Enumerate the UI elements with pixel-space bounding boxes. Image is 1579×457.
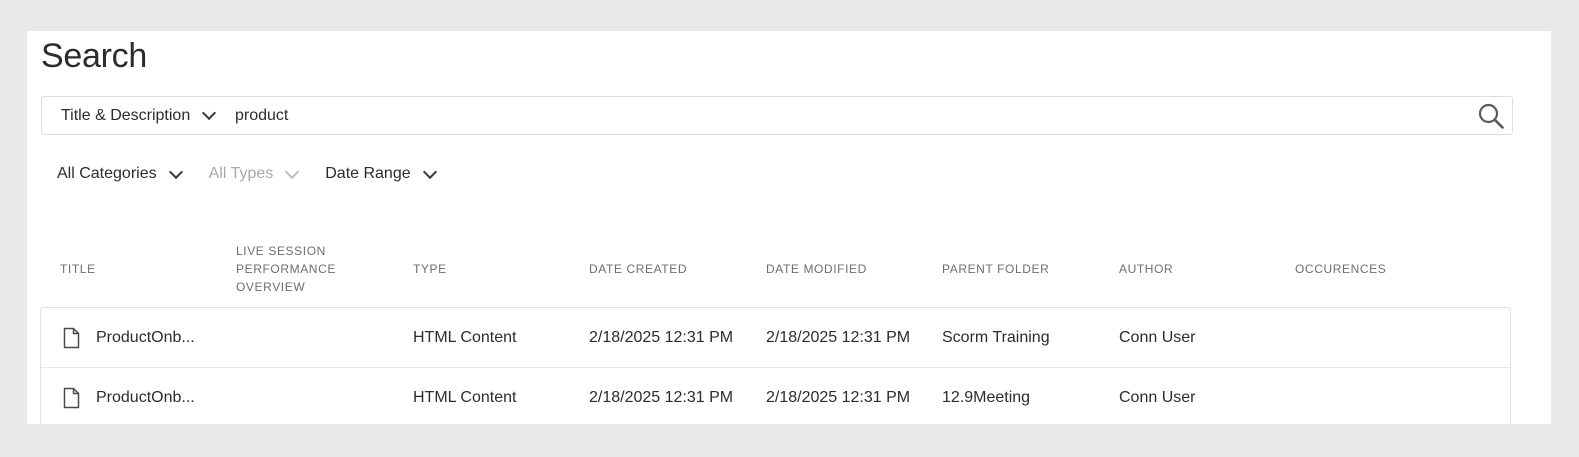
author-cell: Conn User	[1119, 388, 1196, 406]
search-input[interactable]	[235, 101, 1455, 130]
column-header-date-modified[interactable]: DATE MODIFIED	[766, 260, 867, 278]
categories-filter-dropdown[interactable]: All Categories	[57, 164, 183, 183]
title-cell[interactable]: ProductOnb...	[63, 368, 195, 424]
column-header-title[interactable]: TITLE	[60, 260, 96, 278]
column-header-author[interactable]: AUTHOR	[1119, 260, 1173, 278]
title-cell[interactable]: ProductOnb...	[63, 308, 195, 367]
title-text: ProductOnb...	[96, 388, 195, 406]
types-filter-dropdown[interactable]: All Types	[208, 164, 300, 183]
types-filter-label: All Types	[208, 165, 274, 182]
chevron-down-icon	[202, 105, 217, 121]
parent-folder-cell: 12.9Meeting	[942, 388, 1031, 406]
chevron-down-icon	[422, 164, 437, 179]
type-cell: HTML Content	[413, 328, 517, 346]
title-text: ProductOnb...	[96, 328, 195, 346]
column-header-type[interactable]: TYPE	[413, 260, 447, 278]
search-scope-label: Title & Description	[61, 106, 191, 124]
chevron-down-icon	[168, 164, 183, 179]
table-row[interactable]: ProductOnb... HTML Content 2/18/2025 12:…	[41, 308, 1510, 368]
chevron-down-icon	[285, 164, 300, 179]
categories-filter-label: All Categories	[57, 165, 157, 182]
author-cell: Conn User	[1119, 328, 1196, 346]
page-title: Search	[41, 37, 147, 75]
results-table: ProductOnb... HTML Content 2/18/2025 12:…	[40, 307, 1511, 424]
filter-bar: All Categories All Types Date Range	[57, 162, 463, 186]
date-created-cell: 2/18/2025 12:31 PM	[589, 388, 734, 406]
column-header-date-created[interactable]: DATE CREATED	[589, 260, 687, 278]
search-bar: Title & Description	[41, 96, 1513, 135]
parent-folder-cell: Scorm Training	[942, 328, 1050, 346]
file-icon	[63, 387, 80, 408]
file-icon	[63, 327, 80, 348]
search-panel: Search Title & Description All Categorie…	[27, 31, 1551, 424]
table-row[interactable]: ProductOnb... HTML Content 2/18/2025 12:…	[41, 368, 1510, 424]
type-cell: HTML Content	[413, 388, 517, 406]
date-created-cell: 2/18/2025 12:31 PM	[589, 328, 734, 346]
search-icon[interactable]	[1478, 103, 1504, 129]
search-scope-dropdown[interactable]: Title & Description	[61, 97, 217, 134]
column-header-occurences[interactable]: OCCURENCES	[1295, 260, 1386, 278]
date-range-filter-label: Date Range	[325, 165, 411, 182]
date-modified-cell: 2/18/2025 12:31 PM	[766, 388, 911, 406]
column-header-live-session[interactable]: LIVE SESSION PERFORMANCE OVERVIEW	[236, 242, 376, 296]
date-range-filter-dropdown[interactable]: Date Range	[325, 164, 437, 183]
column-header-parent-folder[interactable]: PARENT FOLDER	[942, 260, 1049, 278]
date-modified-cell: 2/18/2025 12:31 PM	[766, 328, 911, 346]
